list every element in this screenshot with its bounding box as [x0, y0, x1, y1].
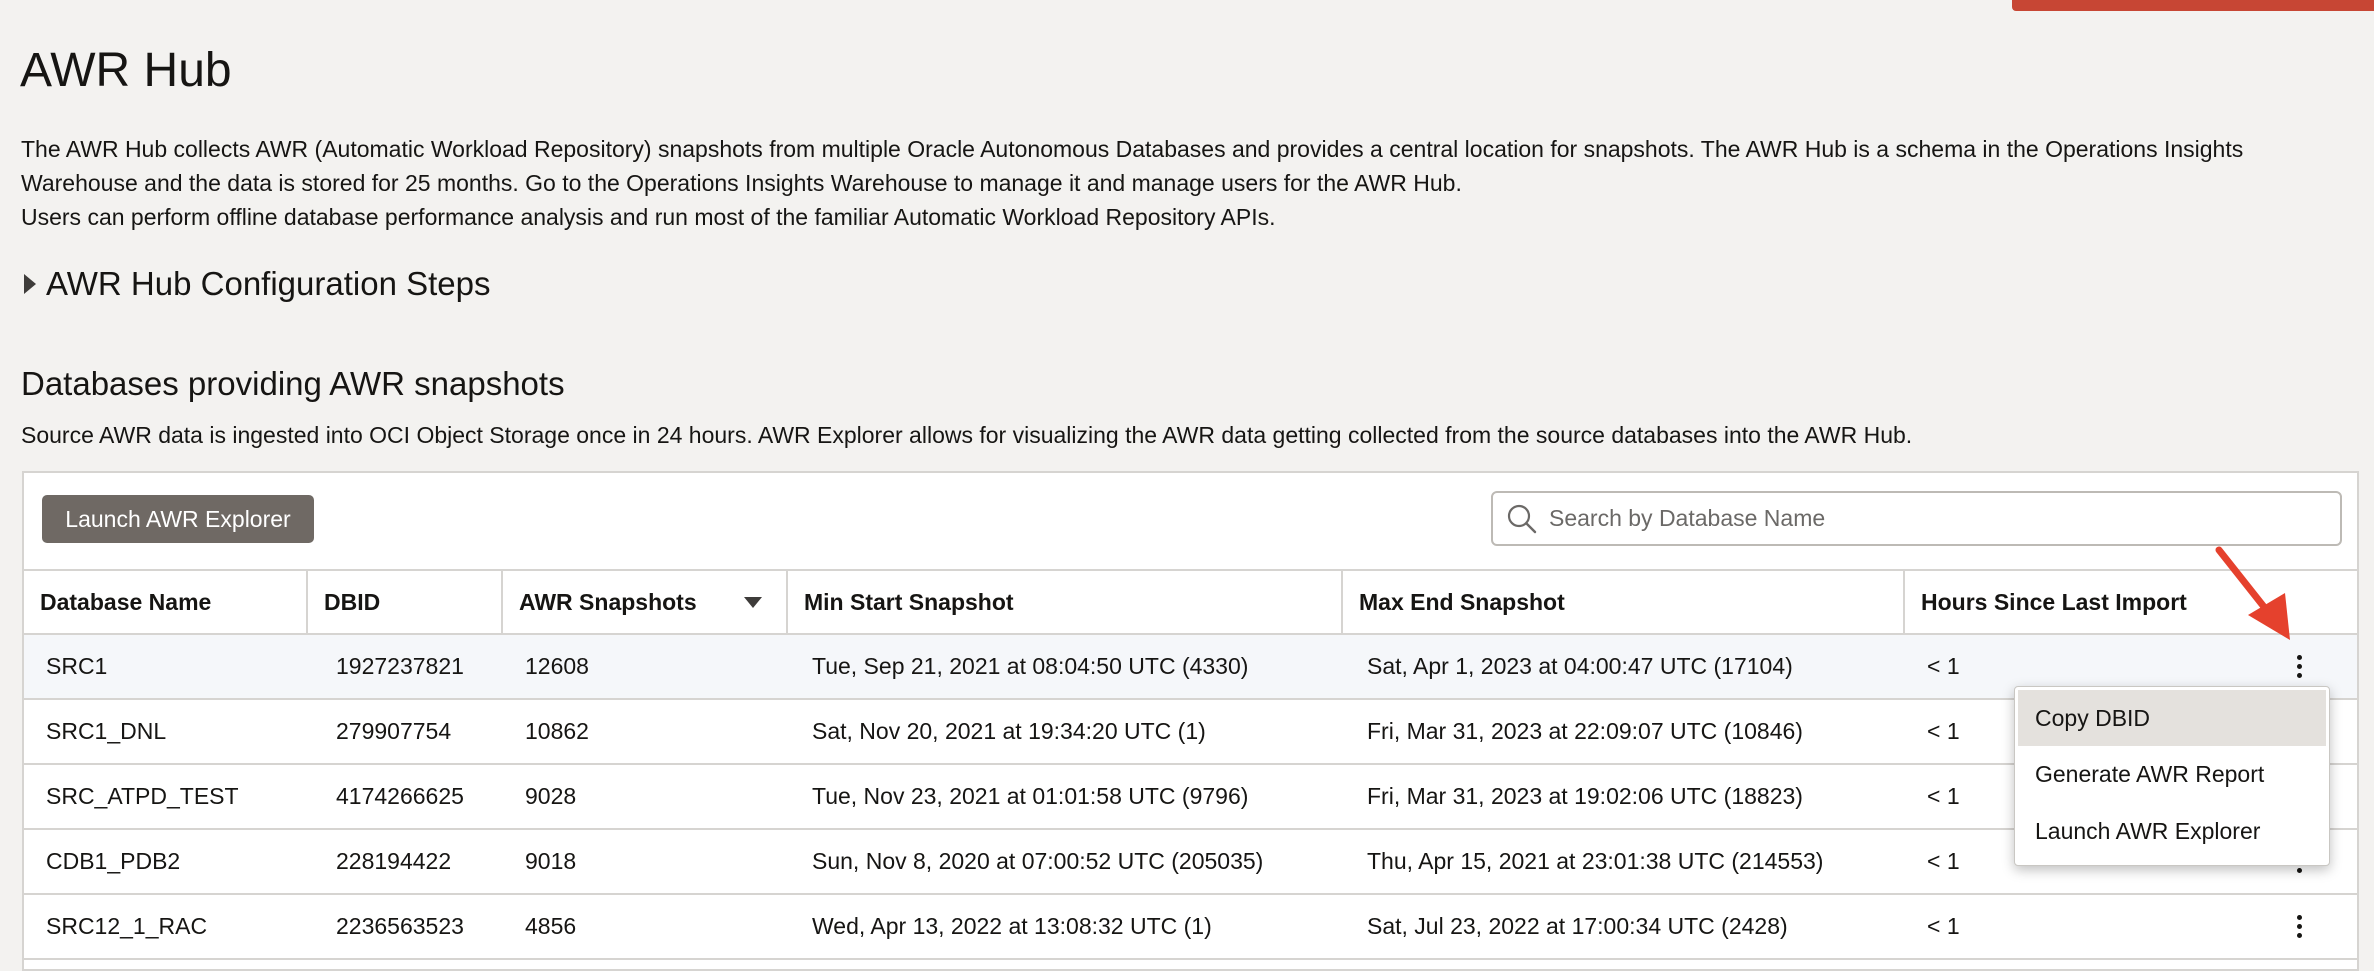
menu-item-launch-awr-explorer[interactable]: Launch AWR Explorer	[2015, 803, 2329, 860]
cell-awr-snapshots: 9018	[525, 848, 577, 874]
caret-right-icon	[24, 274, 36, 294]
menu-item-copy-dbid[interactable]: Copy DBID	[2018, 690, 2326, 746]
sort-descending-icon[interactable]	[744, 597, 762, 608]
cell-dbid: 228194422	[336, 848, 452, 874]
config-steps-label: AWR Hub Configuration Steps	[46, 265, 491, 302]
cell-awr-snapshots: 10862	[525, 718, 589, 744]
table-row[interactable]: SRC1 1927237821 12608 Tue, Sep 21, 2021 …	[24, 635, 2357, 700]
cell-min-start-snapshot: Tue, Nov 23, 2021 at 01:01:58 UTC (9796)	[812, 783, 1249, 809]
column-header-database-name[interactable]: Database Name	[24, 571, 308, 633]
table-row[interactable]: SRC1_DNL 279907754 10862 Sat, Nov 20, 20…	[24, 700, 2357, 765]
cell-min-start-snapshot: Tue, Sep 21, 2021 at 08:04:50 UTC (4330)	[812, 653, 1249, 679]
section-description: Source AWR data is ingested into OCI Obj…	[21, 422, 1913, 448]
cell-max-end-snapshot: Fri, Mar 31, 2023 at 22:09:07 UTC (10846…	[1367, 718, 1803, 744]
cell-max-end-snapshot: Sat, Apr 1, 2023 at 04:00:47 UTC (17104)	[1367, 653, 1793, 679]
cell-min-start-snapshot: Wed, Apr 13, 2022 at 13:08:32 UTC (1)	[812, 913, 1212, 939]
cell-dbid: 1927237821	[336, 653, 464, 679]
cell-database-name: SRC1_DNL	[46, 718, 167, 744]
row-actions-kebab-icon[interactable]	[2284, 907, 2314, 947]
cell-min-start-snapshot: Sat, Nov 20, 2021 at 19:34:20 UTC (1)	[812, 718, 1206, 744]
column-header-awr-snapshots-label: AWR Snapshots	[519, 588, 697, 615]
cell-dbid: 279907754	[336, 718, 452, 744]
cell-database-name: CDB1_PDB2	[46, 848, 181, 874]
search-field[interactable]	[1491, 491, 2342, 546]
config-steps-toggle[interactable]: AWR Hub Configuration Steps	[24, 264, 491, 304]
search-input[interactable]	[1539, 493, 2340, 544]
cell-max-end-snapshot: Sat, Jul 23, 2022 at 17:00:34 UTC (2428)	[1367, 913, 1788, 939]
table-row[interactable]: CDB1_PDB2 228194422 9018 Sun, Nov 8, 202…	[24, 830, 2357, 895]
cell-database-name: SRC_ATPD_TEST	[46, 783, 239, 809]
cell-min-start-snapshot: Sun, Nov 8, 2020 at 07:00:52 UTC (205035…	[812, 848, 1264, 874]
cell-dbid: 2236563523	[336, 913, 464, 939]
databases-table-panel: Launch AWR Explorer Database Name DBID A…	[22, 471, 2359, 971]
column-header-dbid[interactable]: DBID	[308, 571, 503, 633]
cell-hours-since-last-import: < 1	[1927, 913, 1960, 939]
intro-paragraph-2: Users can perform offline database perfo…	[21, 204, 1276, 230]
cell-max-end-snapshot: Fri, Mar 31, 2023 at 19:02:06 UTC (18823…	[1367, 783, 1803, 809]
cell-database-name: SRC1	[46, 653, 108, 679]
launch-awr-explorer-button[interactable]: Launch AWR Explorer	[42, 495, 314, 543]
intro-paragraph: The AWR Hub collects AWR (Automatic Work…	[21, 136, 2244, 196]
cell-awr-snapshots: 12608	[525, 653, 589, 679]
cell-max-end-snapshot: Thu, Apr 15, 2021 at 23:01:38 UTC (21455…	[1367, 848, 1824, 874]
row-actions-kebab-icon[interactable]	[2284, 647, 2314, 687]
page-intro: The AWR Hub collects AWR (Automatic Work…	[21, 132, 2321, 234]
column-header-max-end-snapshot[interactable]: Max End Snapshot	[1343, 571, 1905, 633]
column-header-min-start-snapshot[interactable]: Min Start Snapshot	[788, 571, 1343, 633]
page-title: AWR Hub	[20, 44, 232, 97]
cell-dbid: 4174266625	[336, 783, 464, 809]
annotation-arrow-icon	[2215, 546, 2290, 640]
table-row[interactable]: SRC_ATPD_TEST 4174266625 9028 Tue, Nov 2…	[24, 765, 2357, 830]
section-title: Databases providing AWR snapshots	[21, 365, 565, 402]
table-row[interactable]: SRC12_1_RAC 2236563523 4856 Wed, Apr 13,…	[24, 895, 2357, 960]
cell-database-name: SRC12_1_RAC	[46, 913, 208, 939]
search-icon	[1507, 504, 1537, 533]
header-accent-bar	[2012, 0, 2374, 11]
cell-awr-snapshots: 9028	[525, 783, 577, 809]
row-actions-menu: Copy DBID Generate AWR Report Launch AWR…	[2014, 686, 2330, 866]
column-header-awr-snapshots[interactable]: AWR Snapshots	[503, 571, 788, 633]
table-header: Database Name DBID AWR Snapshots Min Sta…	[24, 569, 2357, 635]
menu-item-generate-awr-report[interactable]: Generate AWR Report	[2015, 746, 2329, 803]
cell-awr-snapshots: 4856	[525, 913, 577, 939]
